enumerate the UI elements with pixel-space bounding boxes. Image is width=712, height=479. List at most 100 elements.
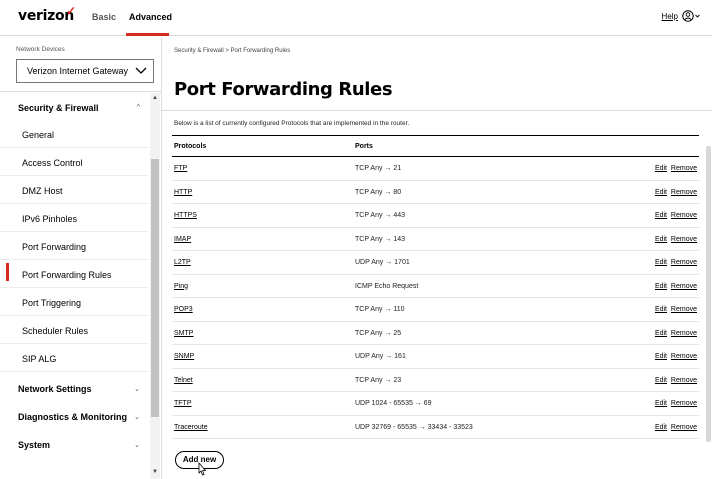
sidebar-item-port-forwarding-rules[interactable]: Port Forwarding Rules (0, 260, 148, 288)
sidebar-scrollbar-thumb[interactable] (151, 159, 159, 417)
sidebar-item-port-forwarding[interactable]: Port Forwarding (0, 232, 148, 260)
edit-link[interactable]: Edit (655, 353, 667, 360)
edit-link[interactable]: Edit (655, 212, 667, 219)
sidebar-item-dmz-host[interactable]: DMZ Host (0, 176, 148, 204)
edit-link[interactable]: Edit (655, 306, 667, 313)
protocol-link[interactable]: SMTP (174, 330, 193, 337)
network-devices-label: Network Devices (16, 46, 65, 53)
device-select[interactable]: Verizon Internet Gateway (16, 59, 154, 83)
protocol-link[interactable]: L2TP (174, 259, 191, 266)
sidebar-item-scheduler-rules[interactable]: Scheduler Rules (0, 316, 148, 344)
table-row: Telnet TCP Any → 23 Edit Remove (172, 369, 699, 392)
sidebar-divider (0, 91, 162, 92)
edit-link[interactable]: Edit (655, 424, 667, 431)
section-label: Security & Firewall (18, 103, 99, 113)
ports-value: TCP Any → 21 (355, 165, 402, 172)
sidebar-item-general[interactable]: General (0, 120, 148, 148)
ports-value: TCP Any → 443 (355, 212, 406, 219)
edit-link[interactable]: Edit (655, 377, 667, 384)
sidebar: Network Devices Verizon Internet Gateway… (0, 37, 162, 479)
protocol-link[interactable]: HTTP (174, 189, 192, 196)
remove-link[interactable]: Remove (671, 353, 697, 360)
sidebar-item-port-triggering[interactable]: Port Triggering (0, 288, 148, 316)
remove-link[interactable]: Remove (671, 306, 697, 313)
column-header-protocols: Protocols (174, 143, 207, 150)
sidebar-item-label: Port Triggering (22, 298, 82, 308)
edit-link[interactable]: Edit (655, 400, 667, 407)
protocol-link[interactable]: HTTPS (174, 212, 197, 219)
sidebar-section-network-settings[interactable]: Network Settings ⌄ (0, 375, 148, 403)
scroll-up-arrow-icon[interactable]: ▲ (152, 95, 158, 101)
edit-link[interactable]: Edit (655, 165, 667, 172)
remove-link[interactable]: Remove (671, 165, 697, 172)
chevron-down-icon (135, 67, 147, 74)
table-row: TFTP UDP 1024 - 65535 → 69 Edit Remove (172, 392, 699, 416)
sidebar-item-label: Port Forwarding Rules (22, 270, 112, 280)
column-header-ports: Ports (355, 143, 373, 150)
main-scrollbar[interactable] (706, 146, 711, 442)
chevron-up-icon: ^ (136, 104, 140, 111)
remove-link[interactable]: Remove (671, 259, 697, 266)
remove-link[interactable]: Remove (671, 236, 697, 243)
remove-link[interactable]: Remove (671, 283, 697, 290)
edit-link[interactable]: Edit (655, 259, 667, 266)
ports-value: UDP Any → 1701 (355, 259, 410, 266)
sidebar-item-access-control[interactable]: Access Control (0, 148, 148, 176)
table-row: SNMP UDP Any → 161 Edit Remove (172, 345, 699, 369)
protocol-link[interactable]: POP3 (174, 306, 193, 313)
ports-value: TCP Any → 80 (355, 188, 402, 196)
protocol-link[interactable]: SNMP (174, 353, 194, 360)
protocol-link[interactable]: IMAP (174, 236, 191, 243)
page-title: Port Forwarding Rules (174, 79, 393, 100)
user-account-icon[interactable] (682, 9, 702, 23)
section-label: Diagnostics & Monitoring (18, 412, 127, 422)
active-item-indicator (6, 263, 9, 281)
sidebar-item-label: Port Forwarding (22, 242, 87, 252)
port-forwarding-rules-table: Protocols Ports FTP TCP Any → 21 Edit Remov… (172, 135, 699, 439)
table-row: IMAP TCP Any → 143 Edit Remove (172, 228, 699, 251)
sidebar-section-diagnostics-monitoring[interactable]: Diagnostics & Monitoring ⌄ (0, 403, 148, 431)
help-link[interactable]: Help (662, 12, 678, 21)
edit-link[interactable]: Edit (655, 236, 667, 243)
sidebar-item-sip-alg[interactable]: SIP ALG (0, 344, 148, 372)
remove-link[interactable]: Remove (671, 189, 697, 196)
remove-link[interactable]: Remove (671, 377, 697, 384)
protocol-link[interactable]: TFTP (174, 400, 192, 407)
chevron-down-icon: ⌄ (134, 442, 140, 449)
section-label: System (18, 440, 51, 450)
tab-advanced[interactable]: Advanced (129, 12, 172, 22)
protocol-link[interactable]: Ping (174, 283, 188, 290)
table-row: L2TP UDP Any → 1701 Edit Remove (172, 251, 699, 275)
table-body: FTP TCP Any → 21 Edit Remove HTTP TCP Any → 8… (172, 157, 699, 439)
sidebar-item-ipv6-pinholes[interactable]: IPv6 Pinholes (0, 204, 148, 232)
chevron-down-icon: ⌄ (134, 386, 140, 393)
scroll-down-arrow-icon[interactable]: ▼ (152, 469, 158, 475)
edit-link[interactable]: Edit (655, 189, 667, 196)
remove-link[interactable]: Remove (671, 400, 697, 407)
table-row: HTTP TCP Any → 80 Edit Remove (172, 181, 699, 204)
remove-link[interactable]: Remove (671, 330, 697, 337)
table-row: SMTP TCP Any → 25 Edit Remove (172, 322, 699, 345)
sidebar-item-label: Access Control (22, 158, 83, 168)
table-row: FTP TCP Any → 21 Edit Remove (172, 157, 699, 181)
protocol-link[interactable]: FTP (174, 165, 187, 172)
chevron-down-icon: ⌄ (134, 414, 140, 421)
table-row: HTTPS TCP Any → 443 Edit Remove (172, 204, 699, 228)
sidebar-section-security-firewall[interactable]: Security & Firewall ^ (0, 94, 148, 122)
edit-link[interactable]: Edit (655, 330, 667, 337)
mouse-cursor-icon (198, 462, 207, 476)
sidebar-item-label: DMZ Host (22, 186, 63, 196)
tab-basic[interactable]: Basic (92, 12, 116, 22)
sidebar-section-system[interactable]: System ⌄ (0, 431, 148, 459)
top-header: verizon ✓ Basic Advanced Help (0, 0, 712, 36)
table-row: Traceroute UDP 32769 - 65535 → 33434 - 33… (172, 416, 699, 439)
remove-link[interactable]: Remove (671, 212, 697, 219)
sidebar-item-label: SIP ALG (22, 354, 57, 364)
breadcrumb: Security & Firewall > Port Forwarding Ru… (174, 48, 291, 54)
ports-value: UDP 32769 - 65535 → 33434 - 33523 (355, 423, 473, 431)
protocol-link[interactable]: Traceroute (174, 424, 208, 431)
ports-value: UDP 1024 - 65535 → 69 (355, 400, 432, 407)
remove-link[interactable]: Remove (671, 424, 697, 431)
protocol-link[interactable]: Telnet (174, 377, 193, 384)
edit-link[interactable]: Edit (655, 283, 667, 290)
